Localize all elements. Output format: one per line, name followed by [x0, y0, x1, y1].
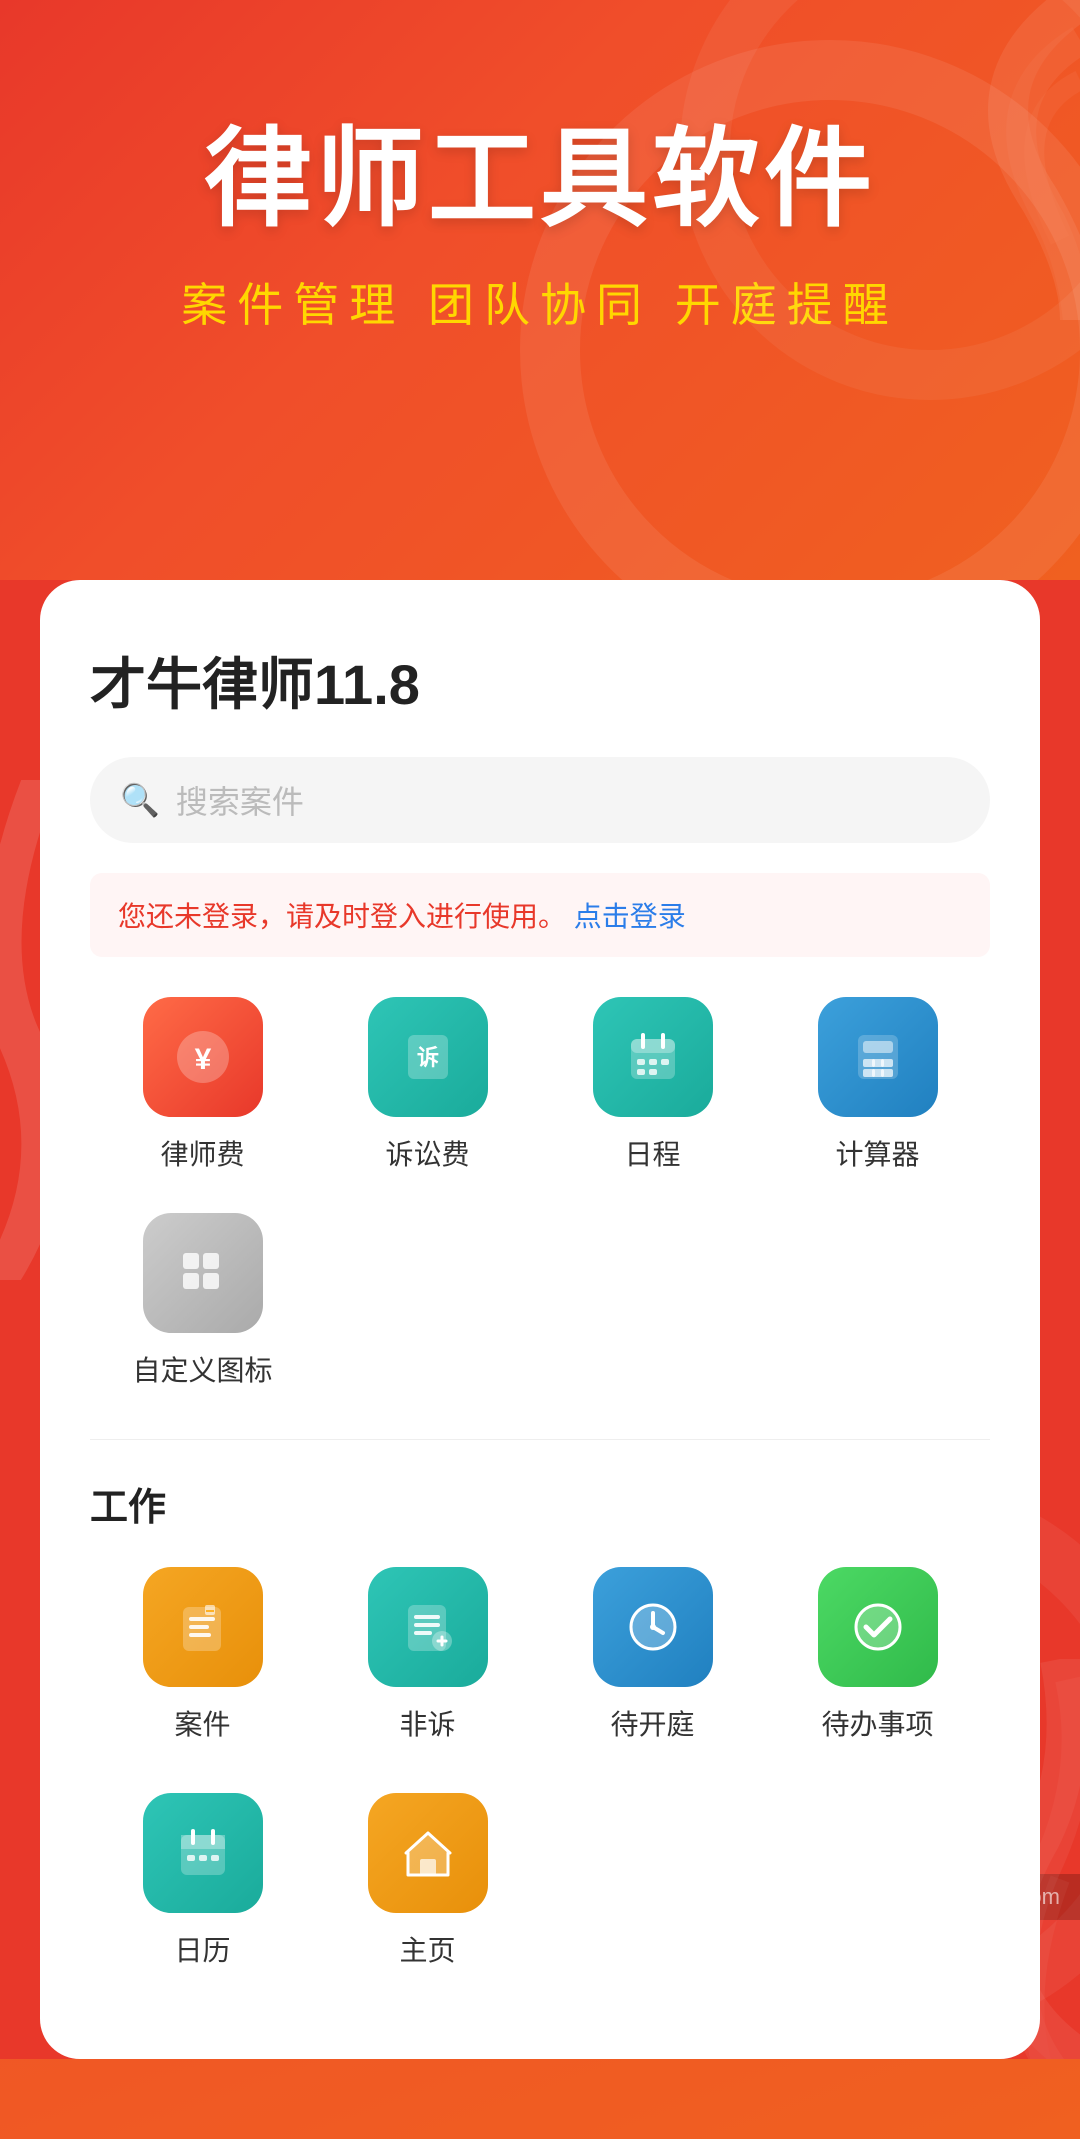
search-bar[interactable]: 🔍 搜索案件: [90, 757, 990, 843]
icon-label-lawyer-fee: 律师费: [160, 1133, 244, 1173]
icon-todo: [818, 1567, 938, 1687]
cal-bottom-icon: [173, 1823, 233, 1883]
su-icon: 诉: [398, 1027, 458, 1087]
icon-label-calendar-bottom: 日历: [174, 1929, 230, 1969]
svg-text:¥: ¥: [194, 1043, 211, 1076]
icon-item-home[interactable]: 主页: [315, 1793, 540, 1969]
search-icon: 🔍: [120, 781, 160, 819]
icon-non-litigation: [368, 1567, 488, 1687]
icon-case: [143, 1567, 263, 1687]
quick-icon-grid: ¥ 律师费 诉 诉讼费: [90, 997, 990, 1429]
main-card: 才牛律师11.8 🔍 搜索案件 您还未登录，请及时登入进行使用。 点击登录: [40, 580, 1040, 2059]
app-name: 才牛律师11.8: [90, 640, 990, 721]
login-notice-text: 您还未登录，请及时登入进行使用。: [118, 901, 566, 932]
icon-item-schedule[interactable]: 日程: [540, 997, 765, 1173]
icon-calendar-bottom: [143, 1793, 263, 1913]
doc-icon: [398, 1597, 458, 1657]
icon-label-non-litigation: 非诉: [399, 1703, 455, 1743]
icon-item-litigation-fee[interactable]: 诉 诉讼费: [315, 997, 540, 1173]
icon-litigation-fee: 诉: [368, 997, 488, 1117]
section-divider: [90, 1439, 990, 1440]
svg-text:诉: 诉: [416, 1045, 438, 1070]
icon-pending-court: [593, 1567, 713, 1687]
icon-item-lawyer-fee[interactable]: ¥ 律师费: [90, 997, 315, 1173]
lower-section: 才牛律师11.8 🔍 搜索案件 您还未登录，请及时登入进行使用。 点击登录: [0, 580, 1080, 2139]
icon-label-todo: 待办事项: [821, 1703, 933, 1743]
icon-item-todo[interactable]: 待办事项: [765, 1567, 990, 1743]
icon-label-home: 主页: [399, 1929, 455, 1969]
work-icon-grid: 案件 非诉: [90, 1567, 990, 1783]
icon-label-calculator: 计算器: [835, 1133, 919, 1173]
icon-label-litigation-fee: 诉讼费: [385, 1133, 469, 1173]
calendar-icon: [623, 1027, 683, 1087]
deco-top-right: [760, 0, 1080, 320]
icon-label-schedule: 日程: [624, 1133, 680, 1173]
icon-label-pending-court: 待开庭: [610, 1703, 694, 1743]
check-icon: [848, 1597, 908, 1657]
icon-item-non-litigation[interactable]: 非诉: [315, 1567, 540, 1743]
header-title-block: 律师工具软件 案件管理 团队协同 开庭提醒: [80, 120, 1000, 335]
icon-label-case: 案件: [174, 1703, 230, 1743]
header-section: 律师工具软件 案件管理 团队协同 开庭提醒: [0, 0, 1080, 580]
icon-schedule: [593, 997, 713, 1117]
case-icon: [173, 1597, 233, 1657]
icon-item-case[interactable]: 案件: [90, 1567, 315, 1743]
icon-calculator: [818, 997, 938, 1117]
yen-icon: ¥: [173, 1027, 233, 1087]
card-container: 才牛律师11.8 🔍 搜索案件 您还未登录，请及时登入进行使用。 点击登录: [0, 580, 1080, 2059]
bottom-icon-grid: 日历 主页: [90, 1793, 990, 2009]
work-section-title: 工作: [90, 1476, 990, 1531]
calc-icon: [848, 1027, 908, 1087]
icon-item-calculator[interactable]: 计算器: [765, 997, 990, 1173]
grid-icon: [173, 1243, 233, 1303]
icon-custom: [143, 1213, 263, 1333]
main-title: 律师工具软件: [80, 120, 1000, 239]
icon-label-custom: 自定义图标: [132, 1349, 272, 1389]
login-notice: 您还未登录，请及时登入进行使用。 点击登录: [90, 873, 990, 957]
sub-title: 案件管理 团队协同 开庭提醒: [80, 269, 1000, 335]
icon-lawyer-fee: ¥: [143, 997, 263, 1117]
icon-item-calendar-bottom[interactable]: 日历: [90, 1793, 315, 1969]
icon-item-pending-court[interactable]: 待开庭: [540, 1567, 765, 1743]
clock-icon: [623, 1597, 683, 1657]
icon-item-custom[interactable]: 自定义图标: [90, 1213, 315, 1389]
login-link[interactable]: 点击登录: [574, 901, 686, 932]
icon-home: [368, 1793, 488, 1913]
search-placeholder-text: 搜索案件: [176, 777, 304, 823]
home-icon: [398, 1823, 458, 1883]
